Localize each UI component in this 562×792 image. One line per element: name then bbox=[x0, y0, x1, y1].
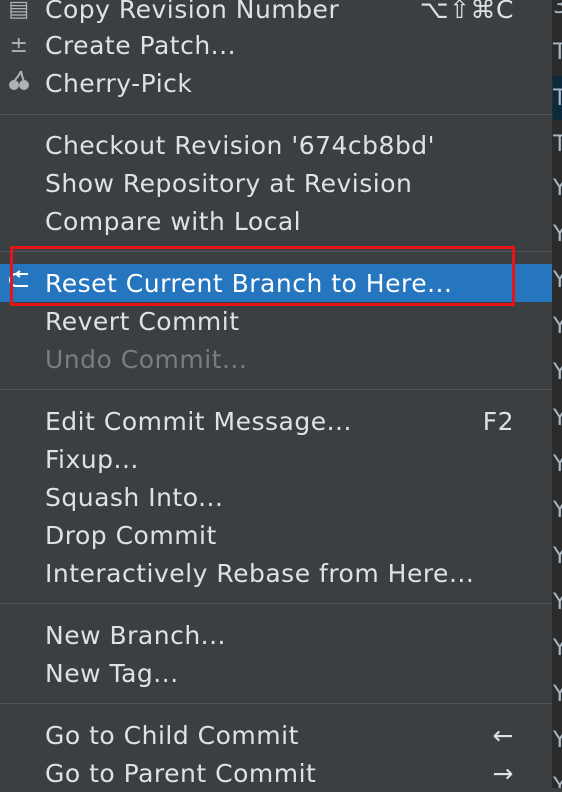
commit-log-panel: 3 T T T Y Y Y Y Y Y Y Y Y Y Y Y Y Y bbox=[553, 0, 562, 788]
log-glyph: 3 bbox=[553, 0, 562, 19]
menu-item-label: Go to Parent Commit bbox=[45, 758, 317, 788]
log-glyph: Y bbox=[553, 360, 562, 385]
menu-item-cherry-pick[interactable]: Cherry-Pick bbox=[0, 64, 552, 102]
menu-item-label: Squash Into... bbox=[45, 482, 224, 512]
menu-item-create-patch[interactable]: ± Create Patch... bbox=[0, 26, 552, 64]
log-glyph: Y bbox=[553, 636, 562, 661]
cherry-icon bbox=[4, 68, 34, 98]
menu-item-label: New Branch... bbox=[45, 620, 226, 650]
log-glyph: Y bbox=[553, 544, 562, 569]
menu-item-label: Undo Commit... bbox=[45, 344, 248, 374]
menu-item-revert-commit[interactable]: Revert Commit bbox=[0, 302, 552, 340]
log-glyph: T bbox=[553, 86, 562, 111]
menu-item-squash-into[interactable]: Squash Into... bbox=[0, 478, 552, 516]
menu-item-label: Fixup... bbox=[45, 444, 139, 474]
menu-item-go-to-parent-commit[interactable]: Go to Parent Commit → bbox=[0, 754, 552, 792]
menu-separator bbox=[0, 603, 552, 604]
menu-item-label: Copy Revision Number bbox=[45, 0, 340, 24]
log-glyph: T bbox=[553, 132, 562, 157]
log-glyph: Y bbox=[553, 314, 562, 339]
log-glyph: Y bbox=[553, 176, 562, 201]
menu-item-shortcut: → bbox=[492, 758, 514, 788]
log-glyph: Y bbox=[553, 406, 562, 431]
menu-item-label: Edit Commit Message... bbox=[45, 406, 352, 436]
log-glyph: Y bbox=[553, 222, 562, 247]
menu-item-shortcut: ← bbox=[492, 720, 514, 750]
menu-item-copy-revision-number[interactable]: ▤ Copy Revision Number ⌥⇧⌘C bbox=[0, 0, 552, 28]
log-glyph: T bbox=[553, 40, 562, 65]
menu-item-undo-commit: Undo Commit... bbox=[0, 340, 552, 378]
copy-icon: ▤ bbox=[8, 0, 30, 22]
menu-item-label: Show Repository at Revision bbox=[45, 168, 413, 198]
menu-item-go-to-child-commit[interactable]: Go to Child Commit ← bbox=[0, 716, 552, 754]
menu-item-shortcut: F2 bbox=[482, 406, 514, 436]
menu-item-reset-current-branch[interactable]: Reset Current Branch to Here... bbox=[0, 264, 552, 302]
menu-item-interactively-rebase[interactable]: Interactively Rebase from Here... bbox=[0, 554, 552, 592]
menu-item-edit-commit-message[interactable]: Edit Commit Message... F2 bbox=[0, 402, 552, 440]
menu-item-label: Cherry-Pick bbox=[45, 68, 193, 98]
log-glyph: Y bbox=[553, 682, 562, 707]
menu-separator bbox=[0, 114, 552, 115]
menu-separator bbox=[0, 389, 552, 390]
menu-item-label: Go to Child Commit bbox=[45, 720, 299, 750]
menu-item-label: New Tag... bbox=[45, 658, 179, 688]
menu-item-label: Compare with Local bbox=[45, 206, 302, 236]
menu-separator bbox=[0, 251, 552, 252]
menu-item-shortcut: ⌥⇧⌘C bbox=[419, 0, 514, 24]
menu-item-fixup[interactable]: Fixup... bbox=[0, 440, 552, 478]
menu-item-new-tag[interactable]: New Tag... bbox=[0, 654, 552, 692]
log-glyph: Y bbox=[553, 268, 562, 293]
menu-item-label: Create Patch... bbox=[45, 30, 237, 60]
menu-item-label: Reset Current Branch to Here... bbox=[45, 268, 453, 298]
menu-item-label: Checkout Revision '674cb8bd' bbox=[45, 130, 436, 160]
menu-separator bbox=[0, 703, 552, 704]
menu-item-label: Revert Commit bbox=[45, 306, 240, 336]
reset-icon bbox=[4, 270, 34, 296]
menu-item-label: Interactively Rebase from Here... bbox=[45, 558, 475, 588]
menu-item-checkout-revision[interactable]: Checkout Revision '674cb8bd' bbox=[0, 126, 552, 164]
log-glyph: Y bbox=[553, 728, 562, 753]
menu-item-drop-commit[interactable]: Drop Commit bbox=[0, 516, 552, 554]
context-menu: ▤ Copy Revision Number ⌥⇧⌘C ± Create Pat… bbox=[0, 0, 553, 788]
log-glyph: Y bbox=[553, 498, 562, 523]
log-glyph: Y bbox=[553, 590, 562, 615]
menu-item-compare-with-local[interactable]: Compare with Local bbox=[0, 202, 552, 240]
menu-item-show-repository[interactable]: Show Repository at Revision bbox=[0, 164, 552, 202]
menu-item-label: Drop Commit bbox=[45, 520, 217, 550]
log-glyph: Y bbox=[553, 774, 562, 788]
log-glyph: Y bbox=[553, 452, 562, 477]
menu-item-new-branch[interactable]: New Branch... bbox=[0, 616, 552, 654]
patch-icon: ± bbox=[9, 32, 29, 58]
